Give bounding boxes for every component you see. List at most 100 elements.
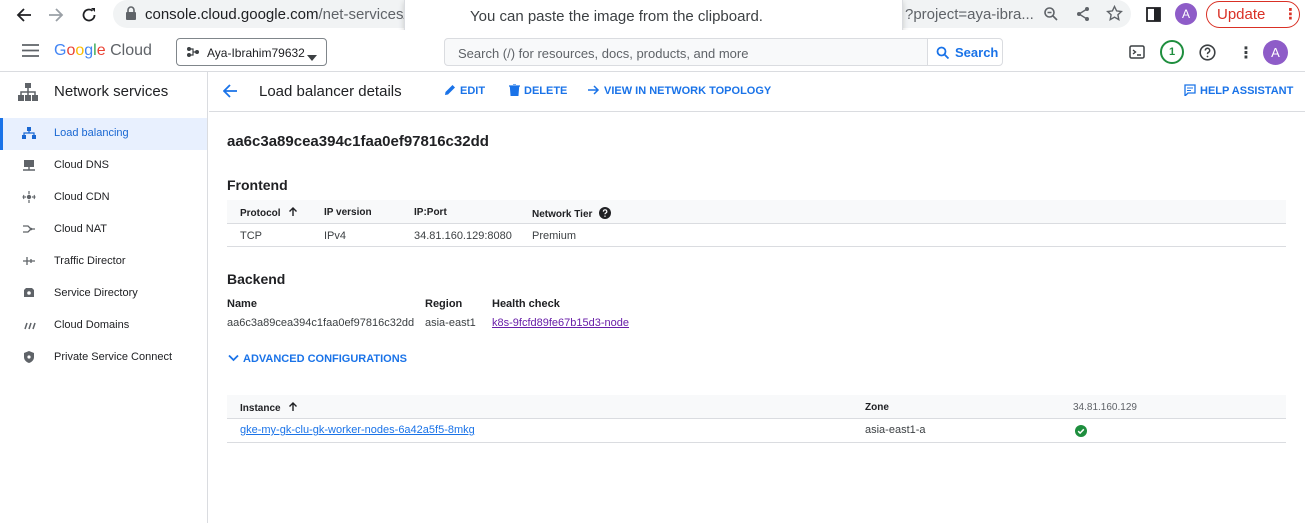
network-services-icon [18,83,38,104]
cell-zone: asia-east1-a [865,424,926,436]
project-picker[interactable]: Aya-Ibrahim79632 [176,38,327,66]
sidebar-item-cloud-dns[interactable]: Cloud DNS [3,150,207,182]
cloud-domains-icon [22,318,36,332]
load-balancing-icon [22,126,36,140]
divider [227,223,1286,224]
cell-protocol: TCP [240,230,262,242]
frontend-title: Frontend [227,177,288,193]
delete-button[interactable]: DELETE [509,83,568,97]
update-button[interactable]: Update ⋮ [1206,1,1300,28]
page-title: Load balancer details [259,83,402,100]
sidebar-item-label: Cloud DNS [54,159,110,171]
column-label: Protocol [240,208,281,219]
divider [227,418,1286,419]
check-circle-icon [1075,425,1087,440]
sidebar-item-cloud-cdn[interactable]: Cloud CDN [3,182,207,214]
sidebar-item-label: Cloud NAT [54,223,107,235]
column-label: Network Tier [532,209,593,220]
sort-arrow-up-icon [289,207,298,216]
backend-health-label: Health check [492,298,560,310]
browser-toolbar: console.cloud.google.com/net-services/lo… [0,0,1305,41]
pencil-icon [445,85,455,95]
browser-profile-avatar[interactable]: A [1175,3,1197,25]
edit-button[interactable]: EDIT [444,84,485,97]
frontend-table-header [227,200,1286,223]
sidebar-item-cloud-domains[interactable]: Cloud Domains [3,310,207,342]
back-arrow-icon[interactable] [13,4,35,26]
forward-arrow-icon[interactable] [45,4,67,26]
sidebar-title: Network services [54,83,169,100]
project-hierarchy-icon [186,46,200,61]
search-button-label: Search [955,45,999,60]
backend-name-value: aa6c3a89cea394c1faa0ef97816c32dd [227,317,415,329]
back-arrow-icon[interactable] [222,84,238,101]
cloud-shell-icon[interactable] [1129,45,1145,62]
cell-ip-version: IPv4 [324,230,347,242]
sidebar-item-label: Cloud Domains [54,319,130,331]
sidebar-item-load-balancing[interactable]: Load balancing [3,118,207,150]
column-header-protocol[interactable]: Protocol [240,207,298,219]
help-assistant-button[interactable]: HELP ASSISTANT [1184,84,1294,98]
bookmark-star-icon[interactable] [1106,4,1123,25]
column-header-instance[interactable]: Instance [240,402,298,414]
advanced-configurations-toggle[interactable]: ADVANCED CONFIGURATIONS [228,353,407,365]
sidebar-item-label: Traffic Director [54,255,126,267]
traffic-director-icon [22,254,36,268]
zoom-icon[interactable] [1043,6,1059,25]
share-icon[interactable] [1075,6,1091,25]
trash-icon [509,83,520,97]
hamburger-menu-icon[interactable] [22,44,39,60]
chevron-down-icon [228,354,239,362]
sidebar-item-traffic-director[interactable]: Traffic Director [3,246,207,278]
instance-link[interactable]: gke-my-gk-clu-gk-worker-nodes-6a42a5f5-8… [240,424,475,436]
reload-icon[interactable] [78,4,100,26]
sidebar-item-service-directory[interactable]: Service Directory [3,278,207,310]
search-icon [936,46,950,62]
cell-network-tier: Premium [532,230,577,242]
health-check-link[interactable]: k8s-9fcfd89fe67b15d3-node [492,317,629,329]
notifications-badge[interactable]: 1 [1160,40,1184,64]
backend-title: Backend [227,271,286,287]
more-vert-icon: ⋮ [1283,6,1298,23]
column-header-ip-version: IP version [324,207,372,218]
backend-name-label: Name [227,298,257,310]
arrow-forward-icon [588,85,600,95]
backend-region-label: Region [425,298,463,310]
sidebar-item-label: Cloud CDN [54,191,110,203]
sidebar-item-label: Load balancing [54,127,129,139]
cloud-dns-icon [22,158,36,172]
search-placeholder: Search (/) for resources, docs, products… [458,46,749,61]
more-options-icon[interactable]: ⋮ [1238,43,1254,63]
cell-ip-port: 34.81.160.129:8080 [414,230,512,242]
column-label: Instance [240,403,281,414]
load-balancer-name: aa6c3a89cea394c1faa0ef97816c32dd [227,133,489,150]
help-assistant-label: HELP ASSISTANT [1200,85,1294,97]
account-avatar[interactable]: A [1263,40,1288,65]
sidebar-item-label: Private Service Connect [54,351,172,363]
console-header: Google Cloud Aya-Ibrahim79632 Search (/)… [0,30,1305,72]
toast-text: You can paste the image from the clipboa… [470,8,763,25]
backend-region-value: asia-east1 [425,317,476,329]
view-topology-button[interactable]: VIEW IN NETWORK TOPOLOGY [588,84,771,97]
divider [227,246,1286,247]
search-button[interactable]: Search [927,38,1003,66]
service-directory-icon [22,286,36,300]
column-header-zone: Zone [865,402,889,413]
side-panel-icon[interactable] [1146,7,1161,25]
sidebar-item-cloud-nat[interactable]: Cloud NAT [3,214,207,246]
help-circle-icon [599,207,612,219]
lock-icon[interactable] [125,6,137,23]
google-cloud-logo[interactable]: Google Cloud [54,42,152,60]
url-text: console.cloud.google.com/net-services/lo [145,6,419,23]
search-input[interactable]: Search (/) for resources, docs, products… [444,38,928,66]
chat-icon [1184,84,1196,98]
cloud-cdn-icon [22,190,36,204]
delete-label: DELETE [524,85,568,97]
private-service-connect-icon [22,350,36,364]
project-name: Aya-Ibrahim79632 [207,46,305,60]
sidebar-item-private-service-connect[interactable]: Private Service Connect [3,342,207,374]
advanced-label: ADVANCED CONFIGURATIONS [243,353,407,365]
help-icon[interactable] [1199,44,1216,64]
column-header-ip: 34.81.160.129 [1073,402,1137,413]
page-header: Load balancer details EDIT DELETE VIEW I… [209,72,1305,112]
